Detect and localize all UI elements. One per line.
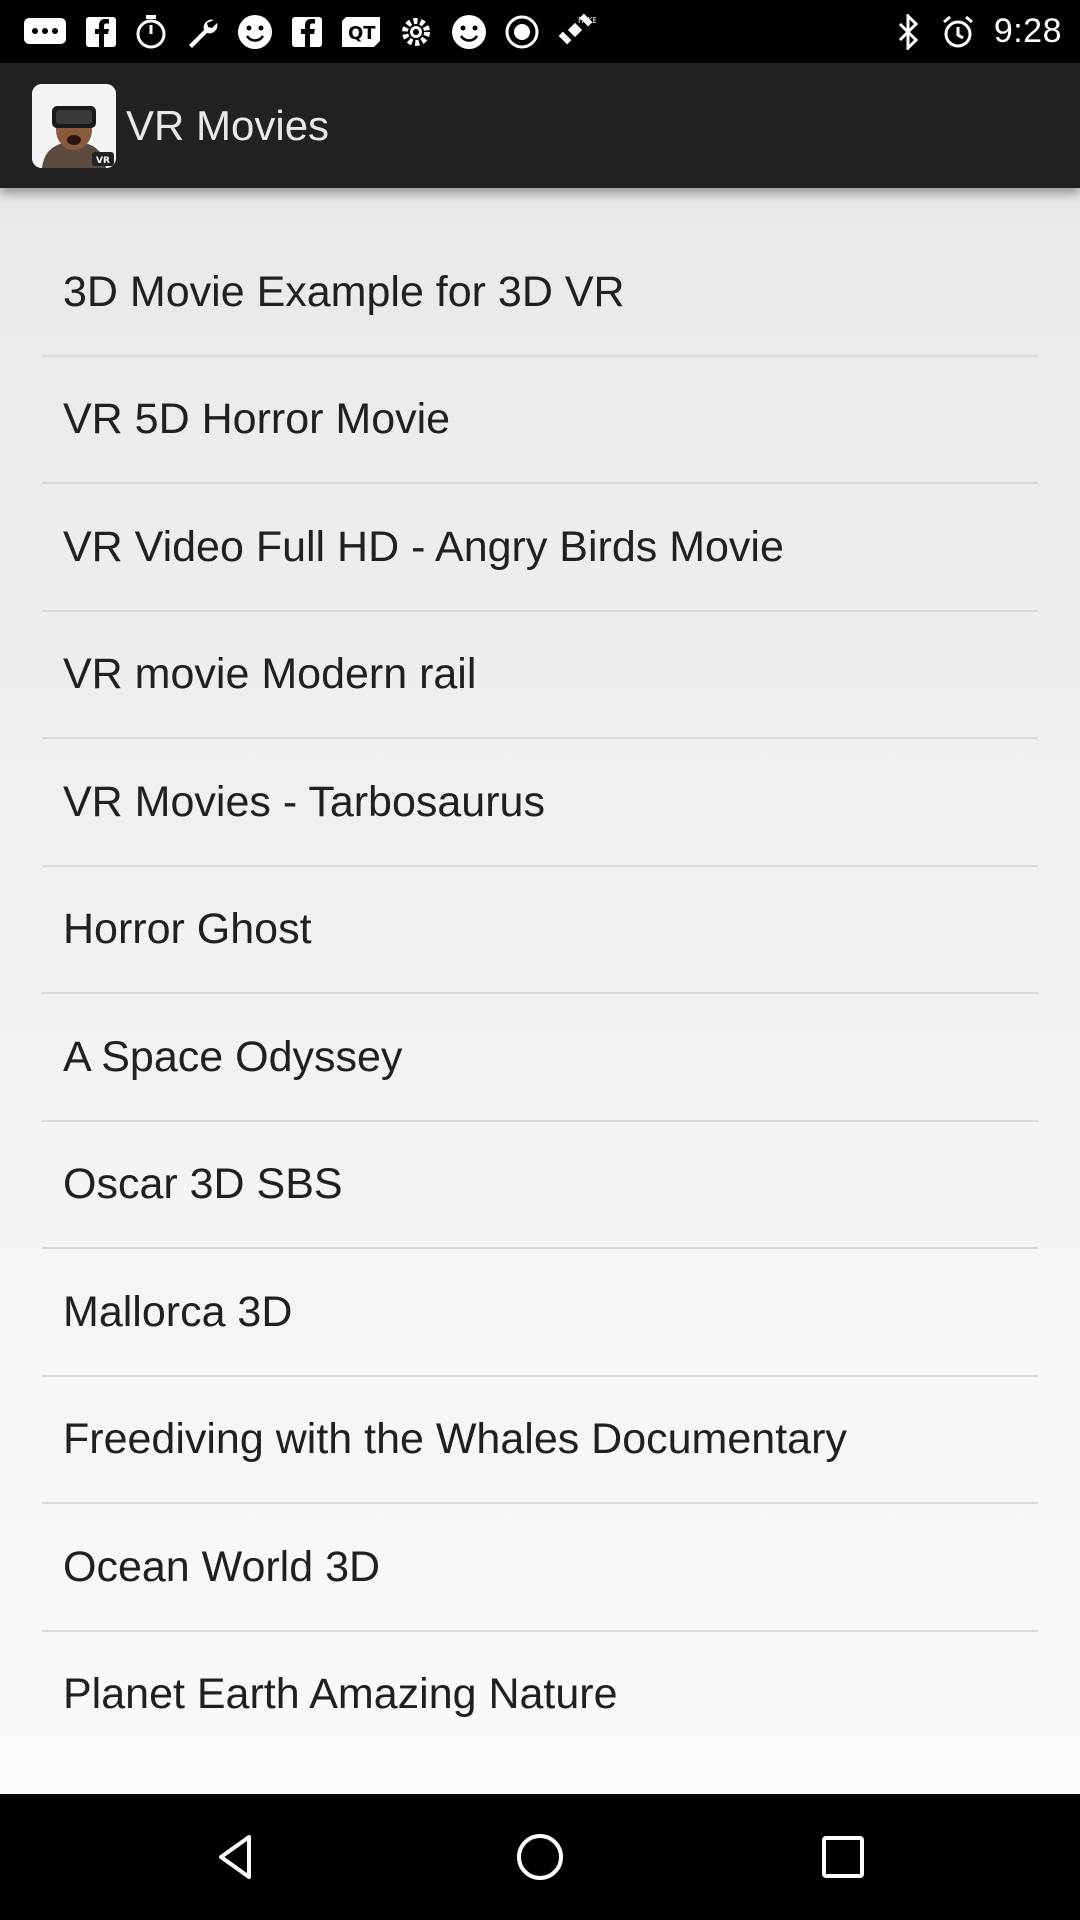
list-item[interactable]: 3D Movie Example for 3D VR xyxy=(42,230,1038,357)
vr-badge: VR xyxy=(96,156,110,166)
list-item-label: Ocean World 3D xyxy=(63,1543,381,1591)
gear-icon xyxy=(402,17,430,46)
movie-list: 3D Movie Example for 3D VR VR 5D Horror … xyxy=(0,188,1080,1794)
qt-icon: QT xyxy=(342,16,380,47)
alarm-icon xyxy=(942,15,973,47)
list-item-label: VR Movies - Tarbosaurus xyxy=(63,778,545,826)
list-item[interactable]: Mallorca 3D xyxy=(42,1250,1038,1377)
facebook-icon xyxy=(292,16,322,47)
bluetooth-icon xyxy=(898,13,918,50)
app-logo: VR xyxy=(32,84,116,168)
app-title: VR Movies xyxy=(126,102,330,149)
recents-button[interactable] xyxy=(773,1794,913,1920)
svg-text:FAKE: FAKE xyxy=(578,16,596,25)
list-item[interactable]: Freediving with the Whales Documentary xyxy=(42,1377,1038,1504)
list-item[interactable]: A Space Odyssey xyxy=(42,995,1038,1122)
list-item-label: Planet Earth Amazing Nature xyxy=(63,1670,618,1718)
satellite-icon: FAKE xyxy=(558,13,596,44)
list-item-label: A Space Odyssey xyxy=(63,1033,403,1081)
list-item[interactable]: VR Movies - Tarbosaurus xyxy=(42,740,1038,867)
list-item-label: Freediving with the Whales Documentary xyxy=(63,1415,847,1463)
list-item[interactable]: Oscar 3D SBS xyxy=(42,1122,1038,1249)
list-item-label: VR movie Modern rail xyxy=(63,650,477,698)
list-item[interactable]: VR Video Full HD - Angry Birds Movie xyxy=(42,485,1038,612)
list-item-label: Oscar 3D SBS xyxy=(63,1160,343,1208)
list-item-label: Mallorca 3D xyxy=(63,1288,293,1336)
home-icon xyxy=(517,1834,563,1880)
list-item[interactable]: VR 5D Horror Movie xyxy=(42,357,1038,484)
list-item[interactable]: Ocean World 3D xyxy=(42,1505,1038,1632)
list-item-label: VR Video Full HD - Angry Birds Movie xyxy=(63,523,784,571)
back-button[interactable] xyxy=(167,1794,307,1920)
facebook-icon xyxy=(86,16,116,47)
list-item[interactable]: VR movie Modern rail xyxy=(42,612,1038,739)
list-item-label: VR 5D Horror Movie xyxy=(63,395,451,443)
smiley-icon xyxy=(452,14,486,49)
back-icon xyxy=(219,1835,251,1879)
system-icons: 9:28 xyxy=(894,0,1062,63)
recents-icon xyxy=(822,1836,864,1878)
record-icon xyxy=(505,15,539,48)
list-item[interactable]: Horror Ghost xyxy=(42,867,1038,994)
svg-text:QT: QT xyxy=(348,23,376,44)
notification-icons: QT FAKE xyxy=(22,0,596,63)
status-bar: QT FAKE 9:28 xyxy=(0,0,1080,63)
timer-icon xyxy=(136,14,166,48)
list-item-label: Horror Ghost xyxy=(63,905,312,953)
navigation-bar xyxy=(0,1794,1080,1920)
list-item-label: 3D Movie Example for 3D VR xyxy=(63,268,625,316)
wrench-icon xyxy=(189,19,218,48)
chat-icon xyxy=(24,17,66,44)
smiley-icon xyxy=(238,14,272,49)
app-bar: VR VR Movies xyxy=(0,63,1080,188)
home-button[interactable] xyxy=(470,1794,610,1920)
list-item[interactable]: Planet Earth Amazing Nature xyxy=(42,1632,1038,1759)
clock: 9:28 xyxy=(993,12,1062,50)
